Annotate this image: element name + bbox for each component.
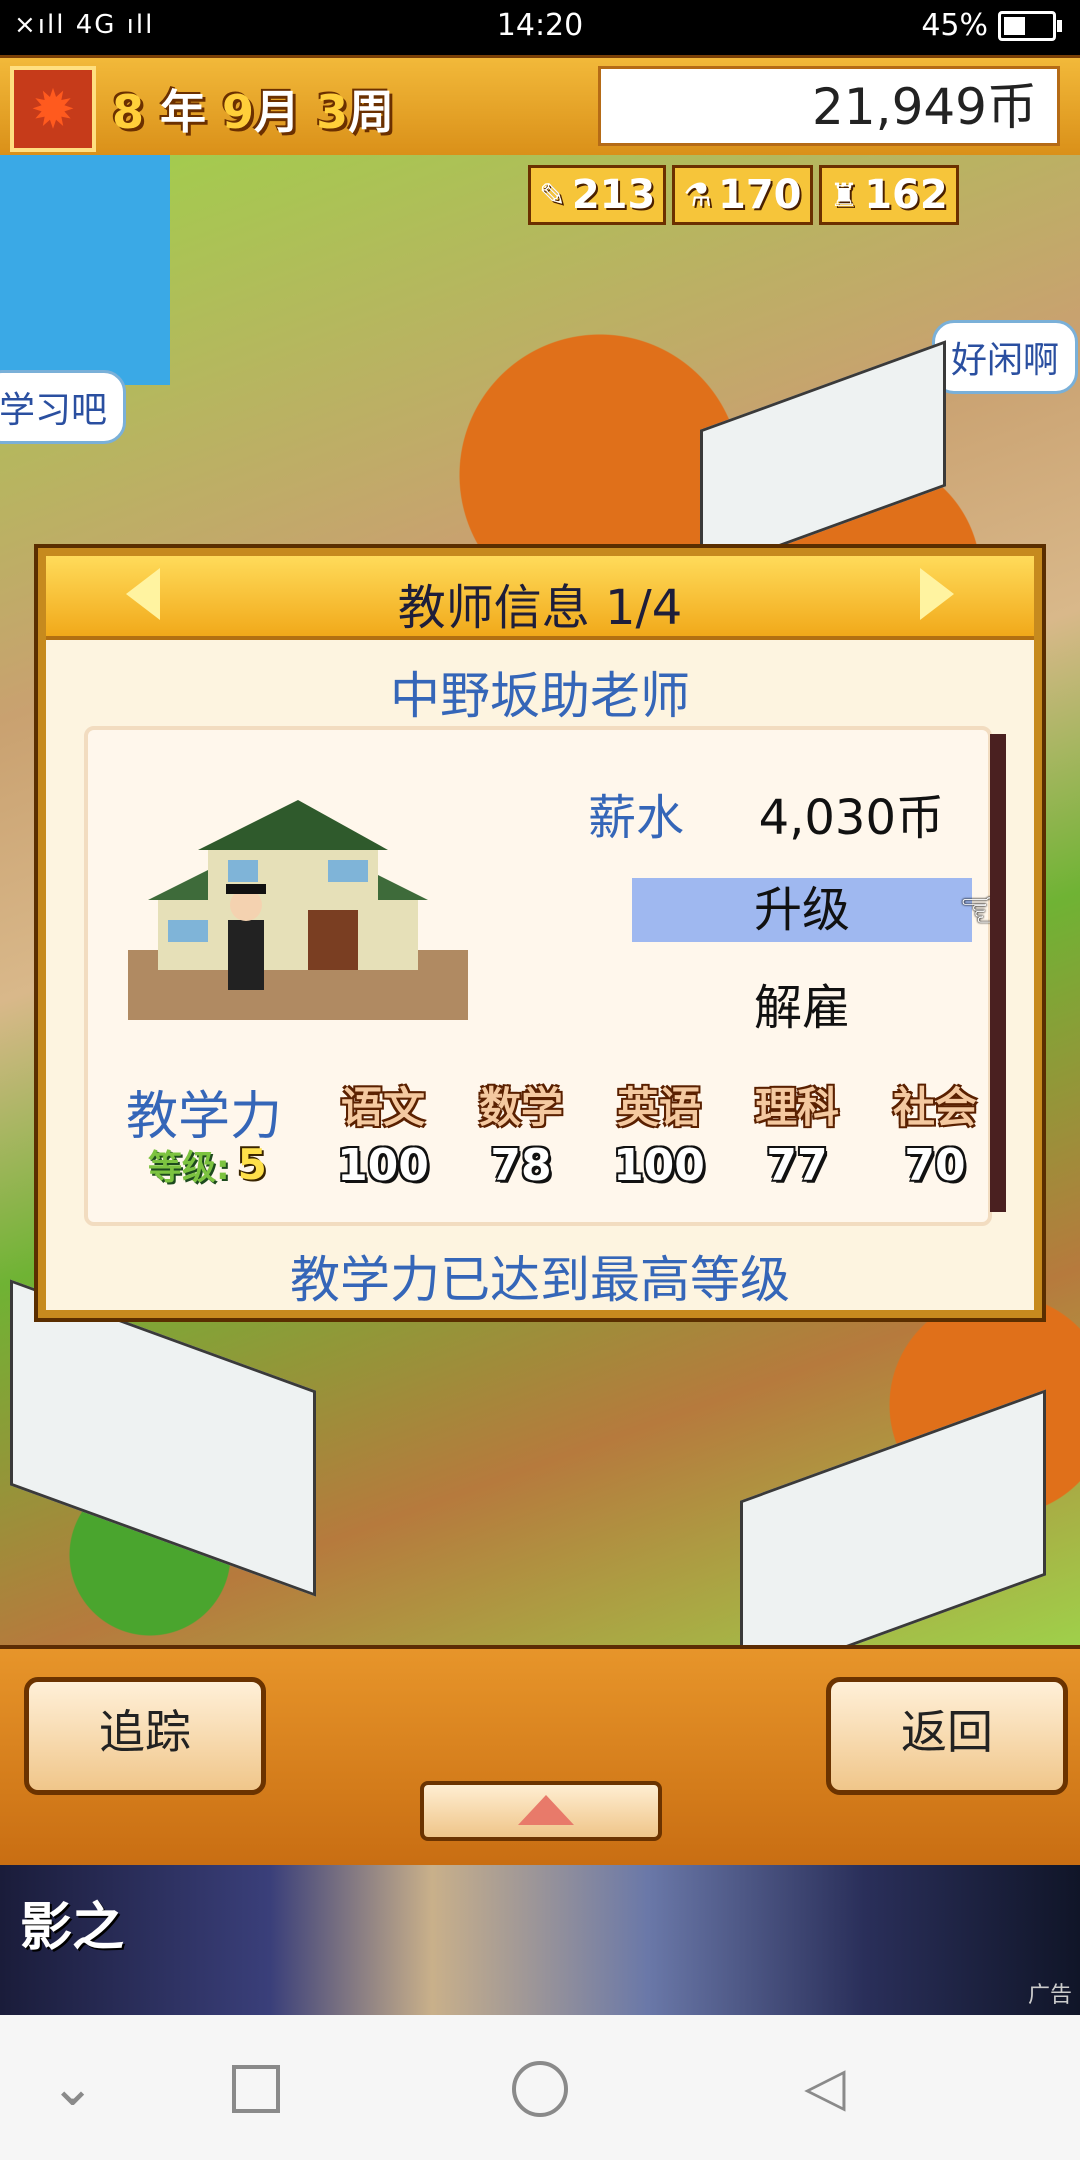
resource-value: 162 (864, 172, 948, 218)
level-row: 等级: 5 (148, 1140, 267, 1189)
speech-bubble-left: 学习吧 (0, 370, 127, 444)
score-chinese: 100 (337, 1140, 429, 1191)
year-label: 年 (160, 85, 207, 139)
subject-chinese: 语文 (340, 1083, 425, 1132)
up-triangle-icon (518, 1795, 574, 1825)
teacher-info-dialog: 教师信息 1/4 中野坂助老师 薪水 4,030币 升级 ☜ 解雇 教学力 语文… (38, 548, 1042, 1318)
week-label: 周 (348, 85, 395, 139)
classroom-building[interactable] (700, 340, 946, 576)
score-math: 78 (490, 1140, 552, 1191)
resource-bell: ♜ 162 (818, 165, 959, 225)
battery-icon (998, 10, 1062, 41)
home-icon[interactable] (512, 2061, 568, 2117)
panel-scrollbar[interactable] (990, 734, 1006, 1212)
year-number: 8 (112, 85, 145, 139)
resource-flask: ⚗ 170 (672, 165, 813, 225)
pond (0, 155, 170, 385)
pencil-icon: ✎ (539, 176, 566, 214)
subject-scores: 100 78 100 77 70 (328, 1140, 990, 1191)
ad-title: 影之 (20, 1897, 125, 1958)
next-teacher-arrow-icon[interactable] (920, 568, 954, 620)
ad-banner[interactable]: 影之 广告 (0, 1865, 1080, 2015)
classroom-building[interactable] (740, 1389, 1046, 1687)
teaching-power-label: 教学力 (126, 1087, 283, 1147)
score-social: 70 (904, 1140, 966, 1191)
game-top-bar: ✹ 8 年 9月 3周 21,949币 (0, 55, 1080, 162)
resource-counters: ✎ 213 ⚗ 170 ♜ 162 (528, 165, 1074, 225)
resource-value: 213 (571, 172, 656, 218)
bell-icon: ♜ (829, 176, 859, 214)
back-button[interactable]: 返回 (826, 1677, 1068, 1795)
speech-bubble-right: 好闲啊 (932, 320, 1079, 394)
subject-social: 社会 (892, 1083, 977, 1132)
recent-apps-icon[interactable] (232, 2065, 280, 2113)
control-bar: 追踪 返回 (0, 1645, 1080, 1869)
flask-icon: ⚗ (683, 176, 712, 214)
score-english: 100 (613, 1140, 705, 1191)
upgrade-button[interactable]: 升级 (632, 878, 972, 942)
subject-math: 数学 (478, 1083, 563, 1132)
track-button[interactable]: 追踪 (24, 1677, 266, 1795)
teacher-details-panel: 薪水 4,030币 升级 ☜ 解雇 教学力 语文 数学 英语 理科 社会 等级:… (84, 726, 1006, 1226)
month-label: 月 (254, 85, 301, 139)
week-number: 3 (316, 85, 349, 139)
salary-label: 薪水 (588, 790, 685, 846)
ad-tag: 广告 (1027, 1983, 1072, 2008)
teacher-name: 中野坂助老师 (390, 667, 690, 725)
fire-button[interactable]: 解雇 (632, 968, 972, 1038)
resource-pencil: ✎ 213 (528, 165, 667, 225)
level-value: 5 (237, 1140, 267, 1189)
clock: 14:20 (496, 8, 584, 43)
battery-status: 45% (921, 8, 1062, 43)
classroom-building[interactable] (10, 1279, 316, 1597)
salary-value: 4,030币 (758, 790, 944, 846)
maple-leaf-icon: ✹ (10, 66, 96, 152)
teacher-house-illustration (128, 800, 468, 1020)
dialog-header: 教师信息 1/4 (46, 556, 1034, 640)
back-icon[interactable]: ◁ (804, 2055, 846, 2118)
resource-value: 170 (718, 172, 802, 218)
subject-science: 理科 (754, 1083, 839, 1132)
level-label: 等级: (148, 1148, 230, 1188)
max-level-note: 教学力已达到最高等级 (290, 1251, 790, 1309)
battery-percent: 45% (921, 8, 988, 43)
system-nav-bar: ⌄ ◁ (0, 2015, 1080, 2160)
subject-headers: 语文 数学 英语 理科 社会 (328, 1074, 990, 1135)
month-number: 9 (222, 85, 255, 139)
subject-english: 英语 (616, 1083, 701, 1132)
score-science: 77 (766, 1140, 828, 1191)
money-display: 21,949币 (598, 66, 1060, 146)
game-date: 8 年 9月 3周 (112, 76, 394, 142)
dialog-title: 教师信息 1/4 (397, 580, 683, 636)
collapse-chevron-icon[interactable]: ⌄ (50, 2055, 95, 2118)
status-bar: ×ıll 4G ıll 14:20 45% (0, 0, 1080, 55)
expand-up-button[interactable] (420, 1781, 662, 1841)
